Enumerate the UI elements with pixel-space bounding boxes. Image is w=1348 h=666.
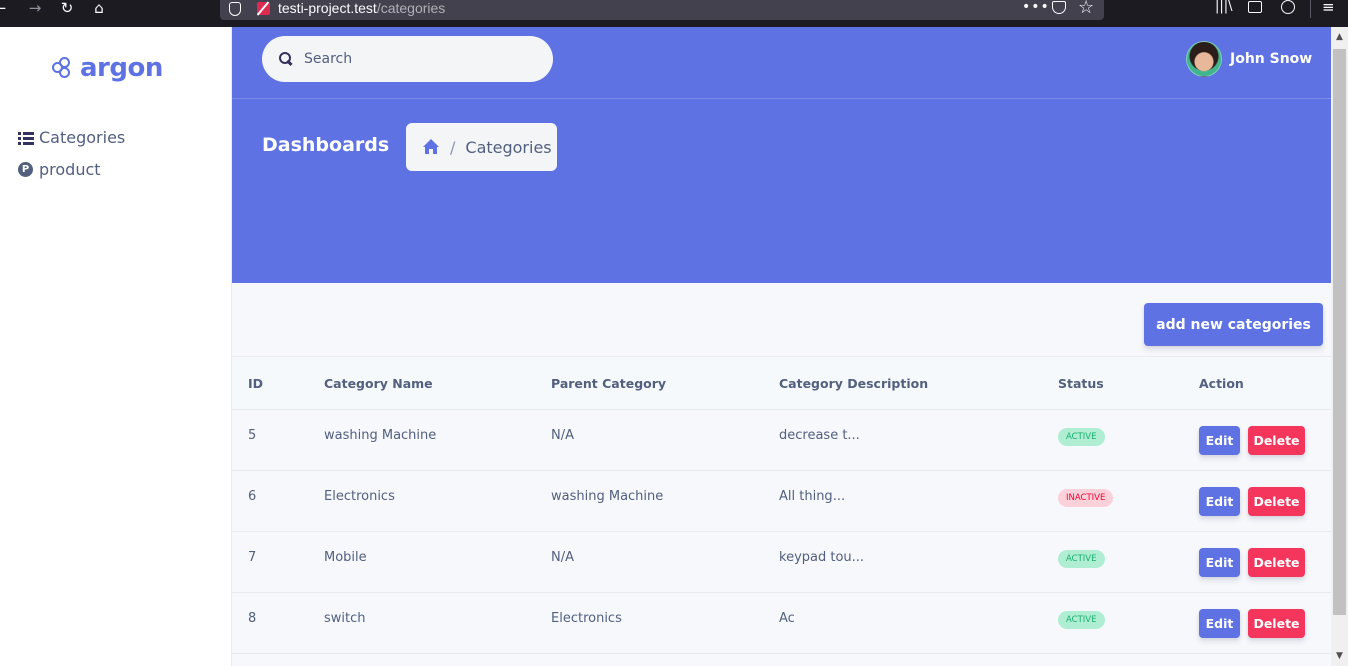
status-badge: INACTIVE (1058, 489, 1114, 507)
cell-name: Mobile (324, 550, 367, 565)
breadcrumb-separator: / (450, 137, 456, 157)
cell-description: decrease t... (779, 428, 860, 443)
address-bar[interactable]: testi-project.test/categories ••• ☆ (220, 0, 1104, 20)
main-content: add new categories ID Category Name Pare… (232, 283, 1331, 666)
column-header-description: Category Description (779, 376, 929, 391)
url-text[interactable]: testi-project.test/categories (278, 0, 445, 16)
edit-button[interactable]: Edit (1199, 426, 1240, 455)
table-row: 7 Mobile N/A keypad tou... ACTIVE Edit D… (232, 532, 1331, 593)
sidebar-item-label: Categories (39, 128, 126, 147)
cell-name: switch (324, 611, 366, 626)
menu-icon[interactable]: ≡ (1322, 0, 1335, 18)
pocket-icon[interactable] (1052, 1, 1066, 14)
categories-table: ID Category Name Parent Category Categor… (232, 356, 1331, 654)
edit-button[interactable]: Edit (1199, 487, 1240, 516)
tracking-shield-icon[interactable] (229, 2, 241, 16)
insecure-lock-icon[interactable] (257, 2, 270, 15)
user-name[interactable]: John Snow (1230, 51, 1312, 67)
scroll-up-icon[interactable]: ▲ (1331, 29, 1348, 45)
page-actions-icon[interactable]: ••• (1022, 0, 1050, 14)
delete-button[interactable]: Delete (1248, 426, 1305, 455)
list-icon (18, 130, 35, 146)
home-browser-icon[interactable]: ⌂ (87, 0, 111, 18)
sidebar-item-product[interactable]: P product (18, 160, 101, 179)
cell-name: Electronics (324, 489, 395, 504)
sidebar-item-label: product (39, 160, 101, 179)
delete-button[interactable]: Delete (1248, 609, 1305, 638)
page-scrollbar[interactable]: ▲ ▼ (1331, 27, 1348, 666)
delete-button[interactable]: Delete (1248, 487, 1305, 516)
home-icon[interactable] (422, 139, 440, 155)
status-badge: ACTIVE (1058, 611, 1105, 629)
delete-button[interactable]: Delete (1248, 548, 1305, 577)
reload-icon[interactable]: ↻ (55, 0, 79, 18)
scroll-thumb[interactable] (1333, 49, 1346, 615)
column-header-parent: Parent Category (551, 376, 667, 391)
cell-parent: N/A (551, 550, 574, 565)
cell-parent: Electronics (551, 611, 622, 626)
toolbar-separator (1310, 0, 1311, 18)
cell-id: 6 (248, 489, 257, 504)
header: John Snow Dashboards / Categories (232, 27, 1331, 283)
table-row: 5 washing Machine N/A decrease t... ACTI… (232, 410, 1331, 471)
bookmark-star-icon[interactable]: ☆ (1078, 0, 1094, 18)
column-header-status: Status (1058, 376, 1104, 391)
avatar[interactable] (1186, 41, 1222, 77)
url-path: /categories (376, 0, 446, 16)
cell-parent: washing Machine (551, 489, 664, 504)
user-menu[interactable]: John Snow (1186, 41, 1312, 77)
sidebar: argon Categories P product (0, 27, 232, 666)
sidebar-item-categories[interactable]: Categories (18, 128, 125, 147)
scroll-down-icon[interactable]: ▼ (1331, 648, 1348, 664)
column-header-action: Action (1199, 376, 1244, 391)
url-host: testi-project.test (278, 0, 377, 16)
table-header: ID Category Name Parent Category Categor… (232, 356, 1331, 410)
status-badge: ACTIVE (1058, 428, 1105, 446)
add-new-categories-button[interactable]: add new categories (1144, 303, 1323, 346)
browser-toolbar: ← → ↻ ⌂ testi-project.test/categories ••… (0, 0, 1348, 27)
breadcrumb: / Categories (406, 123, 557, 171)
account-icon[interactable] (1281, 0, 1295, 14)
sidebar-toggle-icon[interactable] (1248, 1, 1262, 13)
header-divider (232, 98, 1331, 99)
cell-parent: N/A (551, 428, 574, 443)
back-icon[interactable]: ← (0, 0, 12, 18)
cell-name: washing Machine (324, 428, 437, 443)
library-icon[interactable]: |||\ (1215, 0, 1233, 18)
column-header-name: Category Name (324, 376, 433, 391)
edit-button[interactable]: Edit (1199, 609, 1240, 638)
table-row: 8 switch Electronics Ac ACTIVE Edit Dele… (232, 593, 1331, 654)
column-header-id: ID (248, 376, 264, 391)
cell-description: keypad tou... (779, 550, 865, 565)
search-icon (279, 52, 293, 66)
forward-icon[interactable]: → (23, 0, 47, 18)
edit-button[interactable]: Edit (1199, 548, 1240, 577)
table-row: 6 Electronics washing Machine All thing.… (232, 471, 1331, 532)
brand-name: argon (80, 53, 163, 83)
cell-id: 8 (248, 611, 257, 626)
search-input[interactable] (304, 51, 524, 67)
status-badge: ACTIVE (1058, 550, 1105, 568)
brand-logo[interactable]: argon (52, 50, 163, 86)
product-p-icon: P (18, 162, 35, 178)
search-box[interactable] (262, 36, 553, 82)
cell-description: All thing... (779, 489, 846, 504)
page-title: Dashboards (262, 134, 390, 156)
cell-description: Ac (779, 611, 795, 626)
cell-id: 7 (248, 550, 257, 565)
argon-logo-icon (52, 57, 74, 79)
breadcrumb-current: Categories (465, 137, 552, 157)
cell-id: 5 (248, 428, 257, 443)
